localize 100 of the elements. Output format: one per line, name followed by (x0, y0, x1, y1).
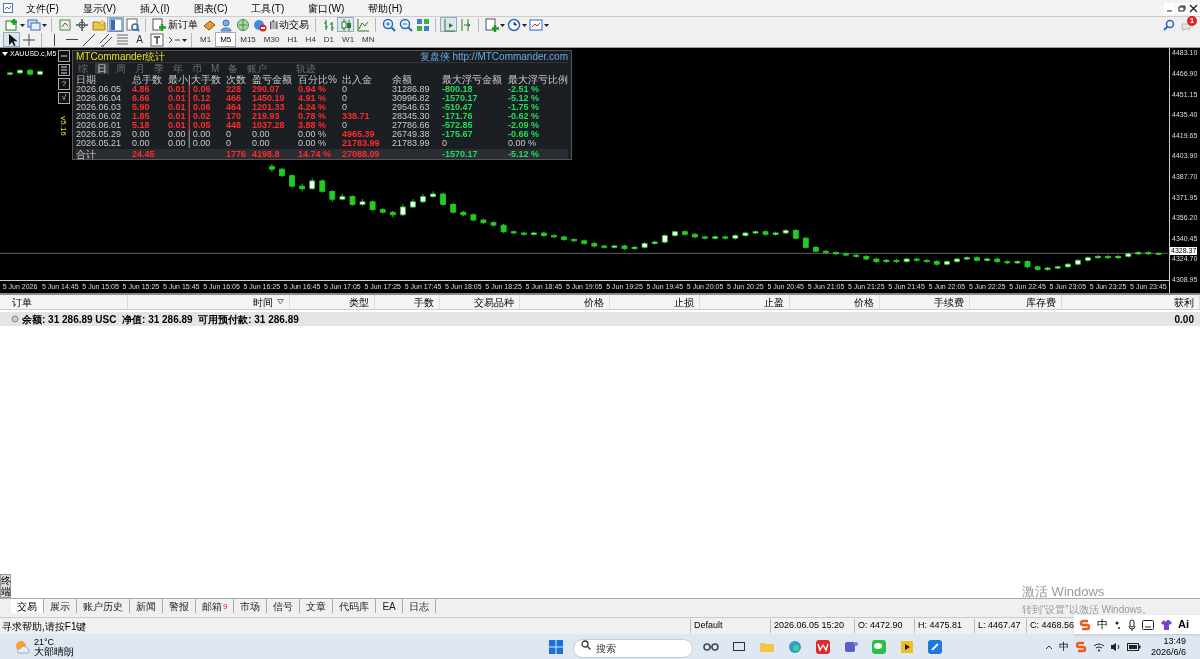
panel-brand-link[interactable]: 复盘侠 http://MTCommander.com (419, 51, 568, 62)
menu-item[interactable]: 帮助(H) (363, 0, 408, 16)
clock-time[interactable]: 13:49 (1163, 635, 1186, 647)
minimize-button[interactable] (1164, 2, 1175, 14)
zoom-out-button[interactable] (397, 17, 414, 32)
table-cell-text: 0.00 (132, 130, 151, 139)
column-header[interactable]: 类型 (349, 294, 369, 310)
microphone-icon[interactable] (1128, 618, 1136, 631)
clock-date[interactable]: 2026/6/6 (1150, 646, 1186, 658)
timeframe-button[interactable]: M30 (259, 32, 284, 47)
keyboard-icon[interactable] (1142, 619, 1154, 630)
column-header[interactable]: 获利 (1174, 294, 1194, 310)
table-cell-text: -0.62 % (508, 112, 541, 121)
auto-trading-button[interactable]: 自动交易 (251, 17, 311, 32)
sort-icon[interactable] (277, 299, 284, 305)
timeframe-button[interactable]: M5 (215, 32, 237, 47)
candlestick-button[interactable] (337, 17, 354, 32)
search-icon[interactable] (1163, 18, 1175, 31)
wps-icon[interactable] (815, 638, 831, 655)
table-cell-text: 0.00 % (298, 139, 328, 148)
speaker-icon[interactable] (1109, 641, 1122, 652)
panel-tab[interactable]: 日 (95, 63, 109, 74)
timeframe-button[interactable]: M1 (196, 32, 216, 47)
candlestick (1105, 254, 1111, 260)
timeframe-button[interactable]: MN (358, 32, 379, 47)
table-cell-text: 0.00 (252, 139, 271, 148)
table-cell-text: 0 (226, 130, 232, 139)
table-cell-text: 0.01 | 0.06 (168, 103, 212, 112)
table-cell-text: 4198.8 (252, 149, 281, 159)
menu-item[interactable]: 图表(C) (188, 0, 233, 16)
ime-logo-icon[interactable] (1074, 640, 1087, 653)
line-chart-button[interactable] (354, 17, 371, 32)
table-cell-text: 31286.89 (392, 85, 431, 94)
new-order-button[interactable]: 新订单 (150, 17, 200, 32)
restore-button[interactable] (1176, 2, 1187, 14)
minimize-icon[interactable] (58, 50, 70, 62)
column-header[interactable]: 订单 (12, 294, 32, 310)
column-header[interactable]: 价格 (854, 294, 874, 310)
table-cell-text: 0 (342, 121, 348, 130)
table-cell-text: -5.12 % (508, 149, 541, 159)
channel-button[interactable] (97, 32, 114, 47)
ime-logo-icon[interactable] (1079, 618, 1091, 631)
column-header[interactable]: 手数 (414, 294, 434, 310)
battery-icon[interactable] (1126, 642, 1141, 651)
timeframe-button[interactable]: M15 (236, 32, 260, 47)
column-header[interactable]: 止盈 (764, 294, 784, 310)
column-header[interactable]: 价格 (584, 294, 604, 310)
cursor-button[interactable] (3, 32, 20, 47)
close-button[interactable] (1188, 2, 1199, 14)
chart-template-icon (528, 17, 543, 32)
text-label-button[interactable] (148, 32, 165, 47)
chart-shift-button[interactable] (440, 17, 457, 32)
chevron-up-icon[interactable] (1044, 643, 1053, 650)
terminal-tab[interactable]: 交易 (11, 599, 44, 613)
chat-bubble-icon[interactable] (1181, 22, 1191, 32)
tile-windows-button[interactable] (414, 17, 431, 32)
list-icon[interactable] (58, 64, 70, 76)
ai-button[interactable]: Ai (1178, 616, 1189, 633)
pen-app-icon[interactable] (927, 638, 943, 655)
table-cell-text: 0.00 | 0.00 (168, 139, 212, 148)
column-header[interactable]: 库存费 (1026, 294, 1056, 310)
column-header[interactable]: 手续费 (934, 294, 964, 310)
timeframe-button[interactable]: H4 (301, 32, 320, 47)
signals-button[interactable] (234, 17, 251, 32)
column-header[interactable]: 时间 (253, 294, 273, 310)
account-button[interactable] (217, 17, 234, 32)
table-cell-text: 4965.39 (342, 130, 376, 139)
column-header[interactable]: 交易品种 (474, 294, 514, 310)
input-method-indicator[interactable]: 中 (1058, 639, 1069, 654)
panel-side-button[interactable]: ? (58, 78, 70, 90)
table-cell-text: -1570.17 (442, 94, 479, 103)
menu-item[interactable]: 窗口(W) (303, 0, 350, 16)
zoom-in-button[interactable] (380, 17, 397, 32)
menu-item[interactable]: 工具(T) (246, 0, 290, 16)
templates-button[interactable] (527, 17, 544, 32)
data-window-button[interactable] (73, 17, 90, 32)
start-icon[interactable] (549, 639, 563, 654)
navigator-button[interactable] (107, 17, 124, 32)
text-tool-button[interactable]: A (131, 32, 148, 47)
dropdown-icon[interactable] (2, 51, 8, 57)
panel-side-button[interactable]: √ (58, 92, 70, 104)
wifi-icon[interactable] (1092, 641, 1105, 652)
table-cell-text: -572.85 (442, 121, 474, 130)
slides-icon[interactable] (899, 638, 915, 655)
menu-item[interactable]: 显示(V) (77, 0, 122, 16)
menu-item[interactable]: 文件(F) (21, 0, 64, 16)
column-header[interactable]: 止损 (674, 294, 694, 310)
trendline-button[interactable] (80, 32, 97, 47)
shirt-icon[interactable] (1160, 618, 1172, 631)
browser-icon[interactable] (787, 638, 803, 655)
search-field[interactable]: 搜索 (573, 638, 693, 658)
search-icon (581, 639, 591, 650)
timeframe-button[interactable]: D1 (319, 32, 339, 47)
timeframe-button[interactable]: W1 (338, 32, 359, 47)
ime-mode[interactable]: 中 (1097, 616, 1108, 633)
tester-button[interactable] (124, 17, 141, 32)
menu-item[interactable]: 插入(I) (135, 0, 175, 16)
column-header: 日期 (76, 74, 97, 85)
timeframe-button[interactable]: H1 (283, 32, 302, 47)
periods-button[interactable] (505, 17, 522, 32)
